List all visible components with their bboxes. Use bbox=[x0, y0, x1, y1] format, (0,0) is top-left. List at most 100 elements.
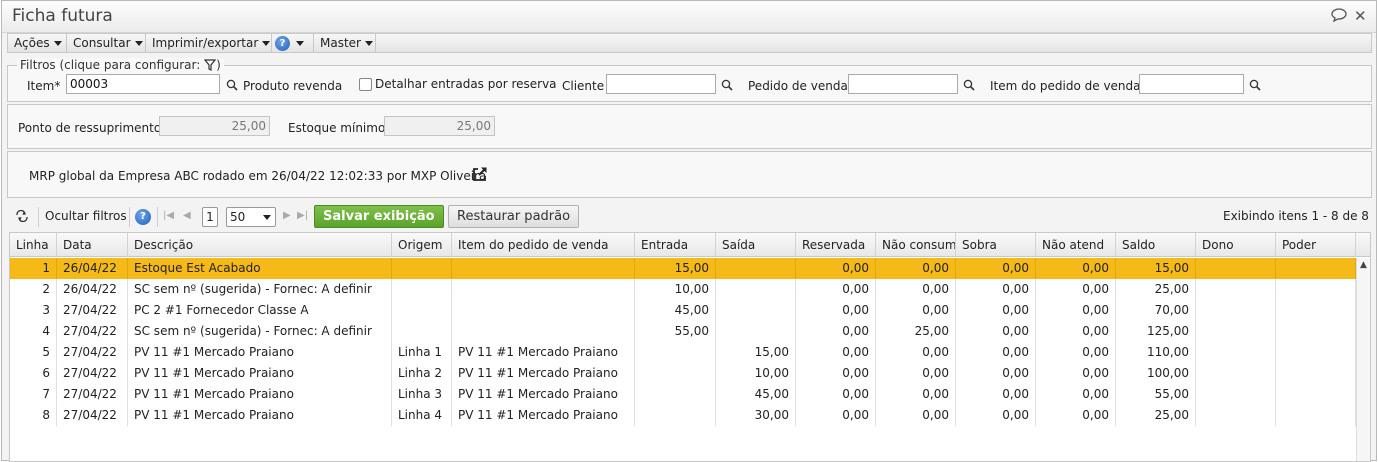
cell-saldo: 25,00 bbox=[1116, 279, 1196, 300]
page-number-input[interactable]: 1 bbox=[202, 207, 218, 227]
table-row[interactable]: 2 26/04/22 SC sem nº (sugerida) - Fornec: … bbox=[10, 279, 1356, 300]
cell-origem: Linha 1 bbox=[392, 342, 452, 363]
menu-imprimir-exportar[interactable]: Imprimir/exportar bbox=[146, 34, 272, 52]
cell-nao-atend: 0,00 bbox=[1036, 279, 1116, 300]
hide-filters-button[interactable]: Ocultar filtros bbox=[45, 204, 127, 228]
search-icon[interactable] bbox=[963, 79, 975, 91]
close-icon[interactable]: ✕ bbox=[1354, 7, 1367, 25]
cell-poder bbox=[1276, 321, 1356, 342]
min-stock-label: Estoque mínimo bbox=[288, 121, 386, 135]
column-header-nao-consum[interactable]: Não consum bbox=[876, 233, 956, 257]
column-header-poder[interactable]: Poder bbox=[1276, 233, 1356, 257]
cell-linha: 6 bbox=[10, 363, 57, 384]
cell-descricao: PV 11 #1 Mercado Praiano bbox=[128, 363, 392, 384]
data-grid: Linha Data Descrição Origem Item do pedido d… bbox=[9, 232, 1371, 462]
detail-reservations-checkbox[interactable] bbox=[359, 78, 372, 91]
cell-origem bbox=[392, 300, 452, 321]
client-input[interactable] bbox=[606, 74, 716, 94]
column-header-nao-atend[interactable]: Não atend bbox=[1036, 233, 1116, 257]
table-row[interactable]: 4 27/04/22 SC sem nº (sugerida) - Fornec: … bbox=[10, 321, 1356, 342]
help-icon[interactable]: ? bbox=[135, 209, 151, 225]
table-row[interactable]: 8 27/04/22 PV 11 #1 Mercado Praiano Linha 4… bbox=[10, 405, 1356, 426]
reorder-point-label: Ponto de ressuprimento bbox=[18, 121, 162, 135]
column-header-reservada[interactable]: Reservada bbox=[796, 233, 876, 257]
prev-page-icon[interactable]: ◀ bbox=[183, 204, 191, 228]
cell-data: 27/04/22 bbox=[57, 363, 128, 384]
cell-dono bbox=[1196, 363, 1276, 384]
first-page-icon[interactable]: |◀ bbox=[163, 204, 174, 228]
cell-poder bbox=[1276, 300, 1356, 321]
cell-item-pedido: PV 11 #1 Mercado Praiano bbox=[452, 342, 635, 363]
cell-saida bbox=[716, 279, 796, 300]
table-row[interactable]: 6 27/04/22 PV 11 #1 Mercado Praiano Linha 2… bbox=[10, 363, 1356, 384]
filters-legend[interactable]: Filtros (clique para configurar: ) bbox=[17, 58, 224, 72]
page-size-select[interactable]: 50 bbox=[226, 207, 276, 227]
cell-entrada: 55,00 bbox=[635, 321, 716, 342]
sales-order-input[interactable] bbox=[848, 74, 958, 94]
cell-item-pedido bbox=[452, 279, 635, 300]
cell-sobra: 0,00 bbox=[956, 279, 1036, 300]
table-row[interactable]: 7 27/04/22 PV 11 #1 Mercado Praiano Linha 3… bbox=[10, 384, 1356, 405]
column-header-origem[interactable]: Origem bbox=[392, 233, 452, 257]
menu-help[interactable]: ? bbox=[272, 34, 314, 52]
vertical-scrollbar[interactable]: ▲ bbox=[1356, 258, 1370, 461]
refresh-icon[interactable] bbox=[15, 204, 33, 228]
cell-data: 27/04/22 bbox=[57, 300, 128, 321]
window-title: Ficha futura bbox=[12, 6, 113, 26]
column-header-saldo[interactable]: Saldo bbox=[1116, 233, 1196, 257]
detail-reservations-label: Detalhar entradas por reserva bbox=[375, 77, 557, 91]
help-icon: ? bbox=[275, 36, 290, 51]
cell-linha: 3 bbox=[10, 300, 57, 321]
external-link-icon[interactable] bbox=[472, 166, 488, 182]
cell-poder bbox=[1276, 258, 1356, 279]
cell-dono bbox=[1196, 279, 1276, 300]
cell-origem bbox=[392, 321, 452, 342]
toolbar-divider bbox=[157, 207, 158, 227]
table-row[interactable]: 5 27/04/22 PV 11 #1 Mercado Praiano Linha 1… bbox=[10, 342, 1356, 363]
column-header-sobra[interactable]: Sobra bbox=[956, 233, 1036, 257]
save-view-button[interactable]: Salvar exibição bbox=[314, 205, 444, 228]
item-input[interactable] bbox=[66, 74, 220, 94]
ficha-futura-window: Ficha futura ✕ Ações Consultar Imprimir/… bbox=[1, 0, 1377, 462]
search-icon[interactable] bbox=[1249, 79, 1261, 91]
table-row[interactable]: 1 26/04/22 Estoque Est Acabado 15,00 0,00 0,0… bbox=[10, 258, 1356, 279]
column-header-item-pedido[interactable]: Item do pedido de venda bbox=[452, 233, 635, 257]
column-header-saida[interactable]: Saída bbox=[716, 233, 796, 257]
cell-linha: 5 bbox=[10, 342, 57, 363]
menu-bar: Ações Consultar Imprimir/exportar ? Mast… bbox=[7, 33, 1372, 53]
toolbar-divider bbox=[38, 207, 39, 227]
next-page-icon[interactable]: ▶ bbox=[283, 204, 291, 228]
title-bar: Ficha futura ✕ bbox=[2, 1, 1376, 33]
cell-entrada: 15,00 bbox=[635, 258, 716, 279]
scroll-up-icon[interactable]: ▲ bbox=[1360, 260, 1367, 270]
cell-dono bbox=[1196, 342, 1276, 363]
search-icon[interactable] bbox=[721, 79, 733, 91]
column-header-descricao[interactable]: Descrição bbox=[128, 233, 392, 257]
cell-nao-consum: 0,00 bbox=[876, 342, 956, 363]
search-icon[interactable] bbox=[226, 79, 238, 91]
cell-origem: Linha 4 bbox=[392, 405, 452, 426]
cell-entrada: 45,00 bbox=[635, 300, 716, 321]
table-row[interactable]: 3 27/04/22 PC 2 #1 Fornecedor Classe A 45,0… bbox=[10, 300, 1356, 321]
cell-saida bbox=[716, 321, 796, 342]
menu-consultar[interactable]: Consultar bbox=[67, 34, 146, 52]
restore-default-button[interactable]: Restaurar padrão bbox=[448, 205, 580, 228]
cell-nao-atend: 0,00 bbox=[1036, 321, 1116, 342]
column-header-linha[interactable]: Linha bbox=[10, 233, 57, 257]
funnel-icon bbox=[203, 59, 217, 71]
sales-order-item-input[interactable] bbox=[1139, 74, 1244, 94]
caret-down-icon bbox=[263, 215, 271, 220]
menu-master[interactable]: Master bbox=[314, 34, 376, 52]
last-page-icon[interactable]: ▶| bbox=[297, 204, 308, 228]
client-label: Cliente bbox=[562, 79, 605, 93]
cell-entrada bbox=[635, 342, 716, 363]
cell-saida bbox=[716, 300, 796, 321]
column-header-data[interactable]: Data bbox=[57, 233, 128, 257]
cell-saida: 10,00 bbox=[716, 363, 796, 384]
cell-item-pedido bbox=[452, 300, 635, 321]
cell-nao-consum: 25,00 bbox=[876, 321, 956, 342]
menu-acoes[interactable]: Ações bbox=[8, 34, 67, 52]
column-header-dono[interactable]: Dono bbox=[1196, 233, 1276, 257]
column-header-entrada[interactable]: Entrada bbox=[635, 233, 716, 257]
comment-icon[interactable] bbox=[1331, 8, 1347, 26]
